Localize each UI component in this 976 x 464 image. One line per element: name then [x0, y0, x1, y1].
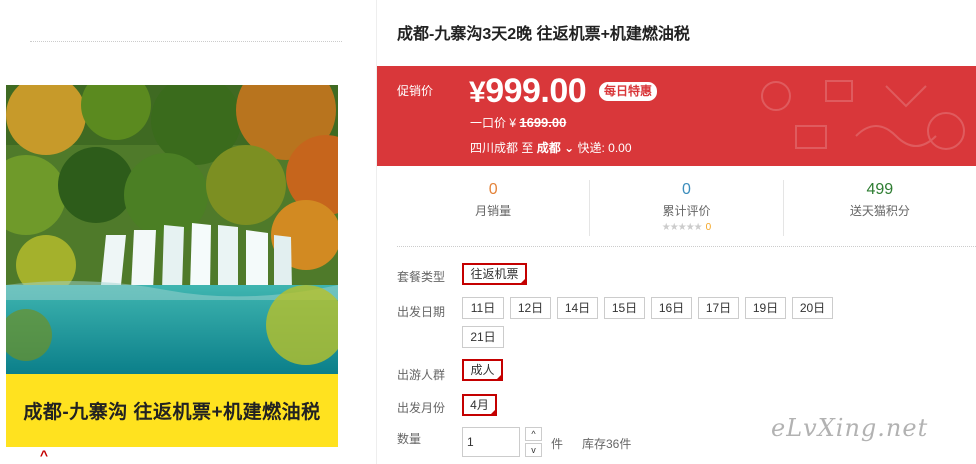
option-date[interactable]: 19日 [745, 297, 786, 319]
review-count: 0 [705, 222, 712, 233]
ship-from: 四川成都 [470, 141, 519, 155]
waterfall-photo [6, 85, 338, 374]
ship-to-word: 至 [521, 141, 534, 155]
original-price-value: 1699.00 [519, 115, 567, 130]
traveler-type-label: 出游人群 [397, 368, 446, 382]
option-date[interactable]: 17日 [698, 297, 739, 319]
option-adult[interactable]: 成人 [462, 359, 503, 383]
option-date[interactable]: 12日 [510, 297, 551, 319]
quantity-increase-icon[interactable]: ^ [525, 427, 542, 441]
option-month[interactable]: 4月 [462, 394, 497, 418]
option-package-roundtrip[interactable]: 往返机票 [462, 263, 527, 287]
product-image[interactable]: 成都-九寨沟 往返机票+机建燃油税 [6, 85, 338, 447]
quantity-label: 数量 [397, 432, 422, 446]
stat-label: 月销量 [475, 204, 512, 218]
divider [30, 41, 342, 42]
stats-row: 0 月销量 0 累计评价 ★★★★★ 0 499 送天猫积分 [397, 180, 976, 236]
stock-count: 库存36件 [582, 437, 632, 451]
ship-to-selector[interactable]: 成都 ⌄ [537, 141, 574, 155]
stat-number: 0 [488, 181, 498, 198]
promo-price-box: 促销价 ¥999.00 每日特惠 一口价 ¥ 1699.00 四川成都 至 成都… [377, 66, 976, 166]
quantity-input[interactable] [462, 427, 520, 457]
departure-date-label: 出发日期 [397, 305, 446, 319]
stat-monthly-sales: 0 月销量 [397, 180, 591, 236]
original-price-label: 一口价 ¥ [470, 116, 517, 130]
product-detail-panel: 成都-九寨沟3天2晚 往返机票+机建燃油税 促销价 ¥999.00 每日特惠 一… [377, 0, 976, 464]
stat-points: 499 送天猫积分 [784, 180, 976, 236]
stat-number: 499 [866, 181, 894, 198]
price-value: 999.00 [485, 72, 587, 110]
divider [397, 246, 976, 247]
original-price: 一口价 ¥ 1699.00 [470, 114, 566, 131]
stat-reviews[interactable]: 0 累计评价 ★★★★★ 0 [590, 180, 784, 236]
image-caption: 成都-九寨沟 往返机票+机建燃油税 [6, 374, 338, 447]
daily-deal-badge: 每日特惠 [599, 82, 658, 101]
option-date[interactable]: 15日 [604, 297, 645, 319]
scroll-up-arrow-icon[interactable]: ^ [36, 448, 52, 462]
stat-label: 累计评价 [662, 204, 711, 218]
chevron-down-icon: ⌄ [560, 141, 575, 155]
shipping-line: 四川成都 至 成都 ⌄ 快递: 0.00 [470, 139, 632, 156]
product-title: 成都-九寨沟3天2晚 往返机票+机建燃油税 [397, 26, 690, 43]
promo-price: ¥999.00 [469, 72, 587, 111]
promo-label: 促销价 [397, 84, 434, 98]
ship-fee-label: 快递: [577, 141, 605, 155]
rating-stars-icon: ★★★★★ 0 [661, 222, 712, 233]
ship-to-city: 成都 [536, 141, 561, 155]
quantity-unit: 件 [551, 437, 564, 451]
departure-month-label: 出发月份 [397, 401, 446, 415]
option-date[interactable]: 21日 [462, 326, 504, 348]
quantity-decrease-icon[interactable]: v [525, 443, 542, 457]
option-date[interactable]: 20日 [792, 297, 833, 319]
stat-number: 0 [682, 181, 691, 198]
decorative-pattern-icon [761, 80, 965, 150]
option-date[interactable]: 14日 [557, 297, 598, 319]
option-date[interactable]: 16日 [651, 297, 692, 319]
option-date[interactable]: 11日 [462, 297, 504, 319]
stat-label: 送天猫积分 [849, 204, 910, 218]
ship-fee: 0.00 [608, 141, 632, 155]
currency-symbol: ¥ [469, 76, 486, 109]
watermark: eLvXing.net [771, 414, 929, 442]
left-panel: 成都-九寨沟 往返机票+机建燃油税 ^ [0, 0, 376, 464]
package-type-label: 套餐类型 [397, 270, 446, 284]
